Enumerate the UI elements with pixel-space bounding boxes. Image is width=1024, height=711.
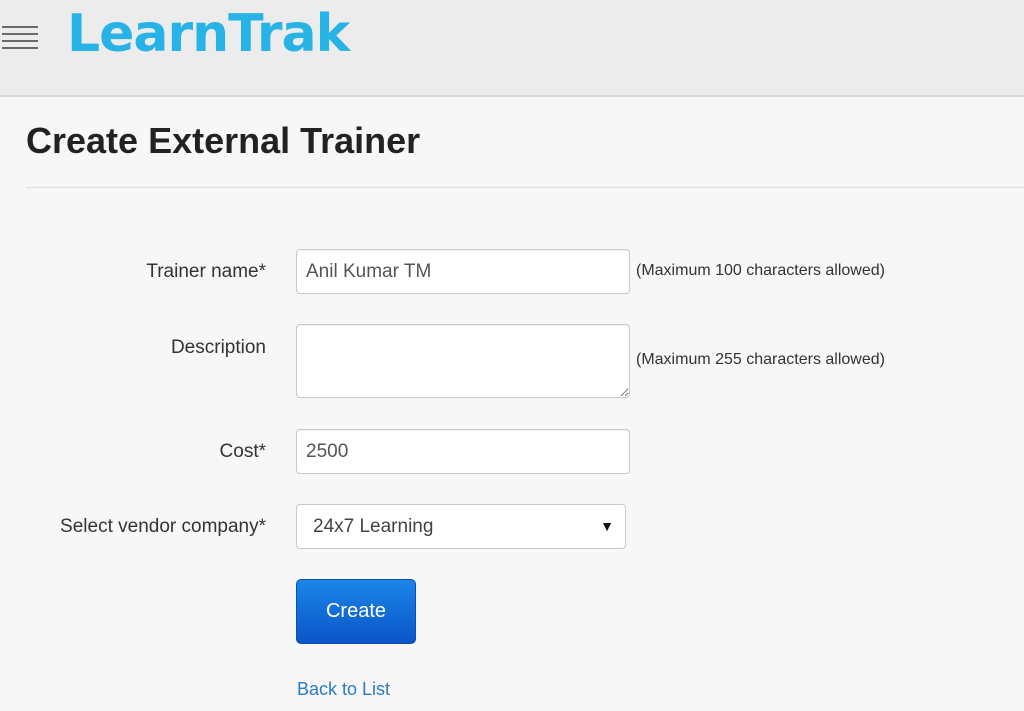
cost-input[interactable] [296,429,630,474]
vendor-company-label: Select vendor company* [60,516,266,537]
app-header: LearnTrak [0,0,1024,97]
description-label: Description [170,337,266,358]
trainer-name-hint: (Maximum 100 characters allowed) [636,262,885,279]
app-logo[interactable]: LearnTrak [67,2,350,66]
create-button[interactable]: Create [296,579,416,644]
hamburger-menu-icon[interactable] [2,26,38,50]
back-to-list-link[interactable]: Back to List [297,679,390,699]
vendor-company-selected-value: 24x7 Learning [313,516,434,537]
title-divider [26,187,1024,188]
page-title: Create External Trainer [26,120,421,161]
description-hint: (Maximum 255 characters allowed) [636,351,885,368]
cost-label: Cost* [219,441,266,462]
trainer-name-input[interactable] [296,249,630,294]
trainer-name-label: Trainer name* [146,261,266,282]
dropdown-arrow-icon: ▼ [600,518,614,534]
vendor-company-select[interactable]: 24x7 Learning ▼ [296,504,626,549]
description-textarea[interactable] [296,324,630,398]
